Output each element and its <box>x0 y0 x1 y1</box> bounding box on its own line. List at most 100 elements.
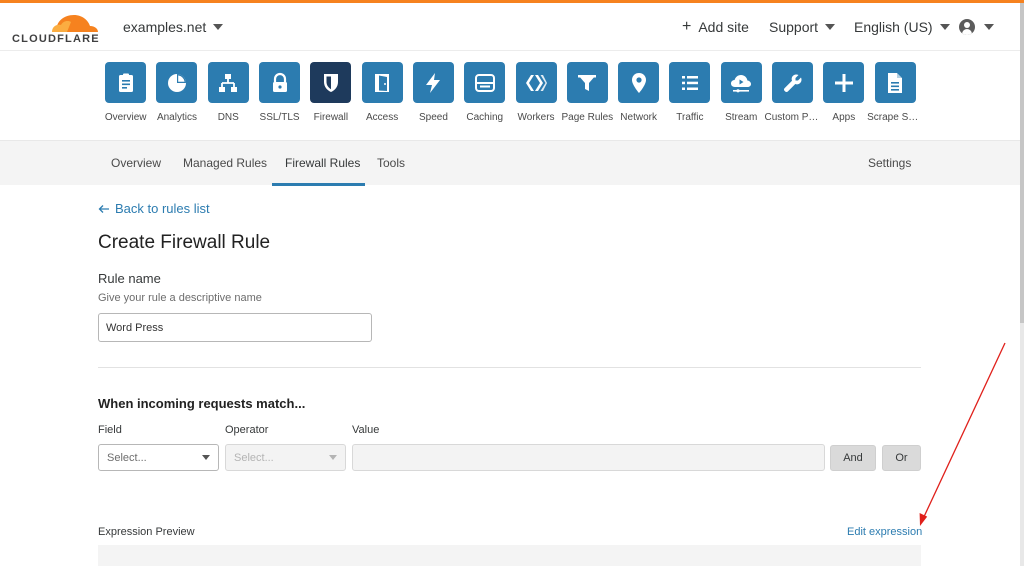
workers-icon <box>526 74 548 91</box>
chevron-down-icon <box>984 24 994 30</box>
app-access[interactable]: Access <box>356 62 407 123</box>
app-label: Workers <box>517 112 555 123</box>
tab-firewall-rules[interactable]: Firewall Rules <box>285 156 360 170</box>
expression-preview-box <box>98 545 921 566</box>
field-select-value: Select... <box>107 451 147 464</box>
scrollbar-thumb[interactable] <box>1020 3 1024 323</box>
tab-tools[interactable]: Tools <box>377 156 405 170</box>
back-link-label: Back to rules list <box>115 201 210 216</box>
app-label: Overview <box>104 112 147 123</box>
chevron-down-icon <box>213 24 224 30</box>
app-analytics[interactable]: Analytics <box>151 62 202 123</box>
app-overview[interactable]: Overview <box>100 62 151 123</box>
app-label: Stream <box>725 112 758 123</box>
site-selector[interactable]: examples.net <box>123 19 224 35</box>
app-label: Speed <box>418 112 448 123</box>
field-column-label: Field <box>98 424 122 436</box>
plus-icon: + <box>682 18 692 35</box>
app-label: Access <box>366 112 399 123</box>
chevron-down-icon <box>825 24 836 30</box>
top-header: CLOUDFLARE examples.net + Add site Suppo… <box>0 3 1020 51</box>
app-label: Custom Pa... <box>764 112 821 123</box>
app-page-rules[interactable]: Page Rules <box>561 62 614 123</box>
add-site-button[interactable]: + Add site <box>682 18 749 36</box>
door-icon <box>375 73 390 92</box>
chevron-down-icon <box>939 24 950 30</box>
site-name: examples.net <box>123 19 207 35</box>
rule-name-label: Rule name <box>98 271 161 286</box>
network-tree-icon <box>219 73 238 92</box>
support-label: Support <box>769 19 819 35</box>
chevron-down-icon <box>202 455 210 460</box>
app-network[interactable]: Network <box>613 62 664 123</box>
shield-icon <box>323 73 338 92</box>
app-label: DNS <box>217 112 239 123</box>
cloud-play-icon <box>731 74 752 92</box>
section-divider <box>98 367 921 368</box>
value-input[interactable] <box>352 444 825 471</box>
rule-name-help: Give your rule a descriptive name <box>98 292 262 304</box>
filter-icon <box>578 74 597 91</box>
back-to-rules-link[interactable]: Back to rules list <box>98 201 210 216</box>
list-icon <box>681 75 698 90</box>
user-circle-icon <box>959 19 975 35</box>
operator-column-label: Operator <box>225 424 269 436</box>
app-label: SSL/TLS <box>259 112 300 123</box>
match-section-title: When incoming requests match... <box>98 396 306 411</box>
page-title: Create Firewall Rule <box>98 232 271 253</box>
add-site-label: Add site <box>698 19 749 35</box>
app-stream[interactable]: Stream <box>716 62 767 123</box>
app-dns[interactable]: DNS <box>203 62 254 123</box>
app-label: Apps <box>832 112 856 123</box>
operator-select-value: Select... <box>234 451 274 464</box>
app-traffic[interactable]: Traffic <box>664 62 715 123</box>
app-custom-pages[interactable]: Custom Pa... <box>764 62 821 123</box>
tab-managed-rules[interactable]: Managed Rules <box>183 156 267 170</box>
user-menu[interactable] <box>959 19 994 35</box>
wrench-icon <box>783 73 802 92</box>
app-label: Network <box>620 112 657 123</box>
firewall-subnav: Overview Managed Rules Firewall Rules To… <box>0 140 1020 186</box>
lock-icon <box>272 72 287 92</box>
expression-preview-label: Expression Preview <box>98 526 195 538</box>
lightning-icon <box>426 72 441 93</box>
pie-chart-icon <box>167 73 186 92</box>
app-scrape-shield[interactable]: Scrape Shi... <box>867 62 924 123</box>
or-button[interactable]: Or <box>882 445 921 471</box>
app-label: Traffic <box>676 112 704 123</box>
app-label: Caching <box>466 112 504 123</box>
tab-overview[interactable]: Overview <box>111 156 161 170</box>
support-menu[interactable]: Support <box>769 19 836 35</box>
location-pin-icon <box>631 72 646 93</box>
app-nav: Overview Analytics DNS SSL/TLS Firewall … <box>100 62 924 123</box>
field-select[interactable]: Select... <box>98 444 219 471</box>
server-icon <box>474 73 495 92</box>
chevron-down-icon <box>329 455 337 460</box>
app-speed[interactable]: Speed <box>408 62 459 123</box>
app-apps[interactable]: Apps <box>818 62 869 123</box>
app-label: Analytics <box>156 112 197 123</box>
language-label: English (US) <box>854 19 933 35</box>
tab-settings[interactable]: Settings <box>868 156 911 170</box>
plus-icon <box>834 73 853 92</box>
logo-wordmark: CLOUDFLARE <box>12 33 100 45</box>
cloudflare-logo[interactable]: CLOUDFLARE <box>12 11 102 45</box>
app-firewall[interactable]: Firewall <box>305 62 356 123</box>
app-label: Firewall <box>313 112 349 123</box>
value-column-label: Value <box>352 424 380 436</box>
app-label: Page Rules <box>561 112 614 123</box>
app-ssl-tls[interactable]: SSL/TLS <box>254 62 305 123</box>
app-label: Scrape Shi... <box>867 112 924 123</box>
app-caching[interactable]: Caching <box>459 62 510 123</box>
language-menu[interactable]: English (US) <box>854 19 950 35</box>
arrow-left-icon <box>98 204 109 213</box>
cloud-logo-icon <box>52 15 98 32</box>
rule-name-input[interactable] <box>98 313 372 342</box>
and-button[interactable]: And <box>830 445 876 471</box>
operator-select[interactable]: Select... <box>225 444 346 471</box>
active-tab-indicator <box>272 183 365 186</box>
app-workers[interactable]: Workers <box>510 62 561 123</box>
document-icon <box>888 72 903 93</box>
edit-expression-link[interactable]: Edit expression <box>847 526 922 538</box>
clipboard-icon <box>118 73 133 92</box>
